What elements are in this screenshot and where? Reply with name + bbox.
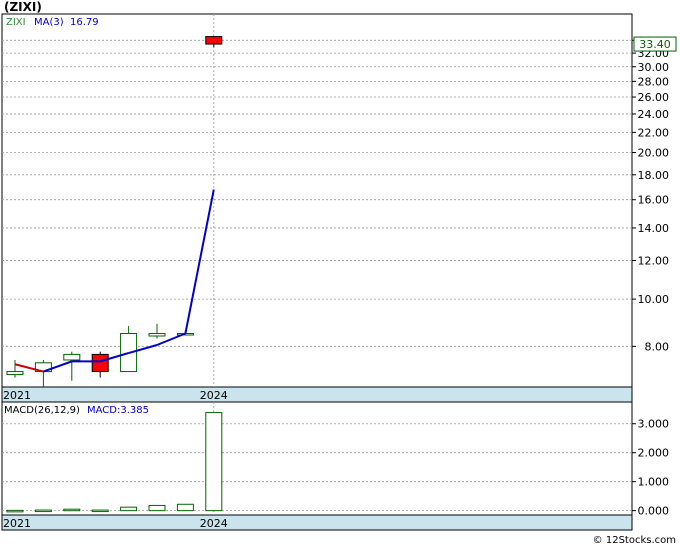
macd-tick-label: 1.000 [638,476,670,489]
x-tick-label: 2021 [3,517,31,530]
macd-bar [120,506,138,512]
watermark: © 12Stocks.com [593,535,676,546]
macd-bar [6,509,24,513]
price-panel-frame [1,13,633,403]
price-tick-label: 28.00 [638,75,670,88]
candle-body [148,332,166,337]
macd-bar [34,509,52,513]
price-tick-label: 20.00 [638,147,670,160]
price-axis: 8.00 10.00 12.00 14.00 16.00 18.00 20.00 22.00 2… [632,34,669,353]
macd-bar [148,504,166,512]
macd-axis: 0.000 1.000 2.000 3.000 [632,418,669,518]
macd-legend-params: MACD(26,12,9) [4,405,80,416]
candle-body [205,36,223,45]
price-tick-label: 30.00 [638,61,670,74]
legend-ma-value: 16.79 [70,17,99,28]
macd-bar [91,509,109,513]
price-tick-label: 12.00 [638,255,670,268]
price-tick-label: 24.00 [638,108,670,121]
price-date-band [1,386,633,403]
macd-bar [205,412,223,512]
legend-ma-label: MA(3) [34,17,64,28]
macd-tick-label: 2.000 [638,447,670,460]
last-price-text: 33.40 [639,38,671,51]
price-tick-label: 10.00 [638,293,670,306]
stock-chart: 8.00 10.00 12.00 14.00 16.00 18.00 20.00 22.00 2… [1,0,677,546]
chart-title: (ZIXI) [4,0,42,14]
price-tick-label: 8.00 [645,340,670,353]
candle-body [91,353,109,373]
last-price-badge: 33.40 [633,36,677,52]
x-tick-label: 2024 [200,389,228,402]
macd-bar [176,503,194,512]
price-tick-label: 18.00 [638,169,670,182]
macd-date-band [1,514,633,531]
price-tick-label: 26.00 [638,91,670,104]
x-tick-label: 2024 [200,517,228,530]
x-tick-label: 2021 [3,389,31,402]
macd-tick-label: 0.000 [638,505,670,518]
price-tick-label: 22.00 [638,126,670,139]
price-tick-label: 14.00 [638,222,670,235]
candle-body [63,353,81,361]
price-tick-label: 16.00 [638,194,670,207]
macd-legend-value: MACD:3.385 [87,405,149,416]
candle-body [6,371,24,376]
legend-symbol: ZIXI [6,17,26,28]
macd-tick-label: 3.000 [638,418,670,431]
macd-bar [63,508,81,512]
